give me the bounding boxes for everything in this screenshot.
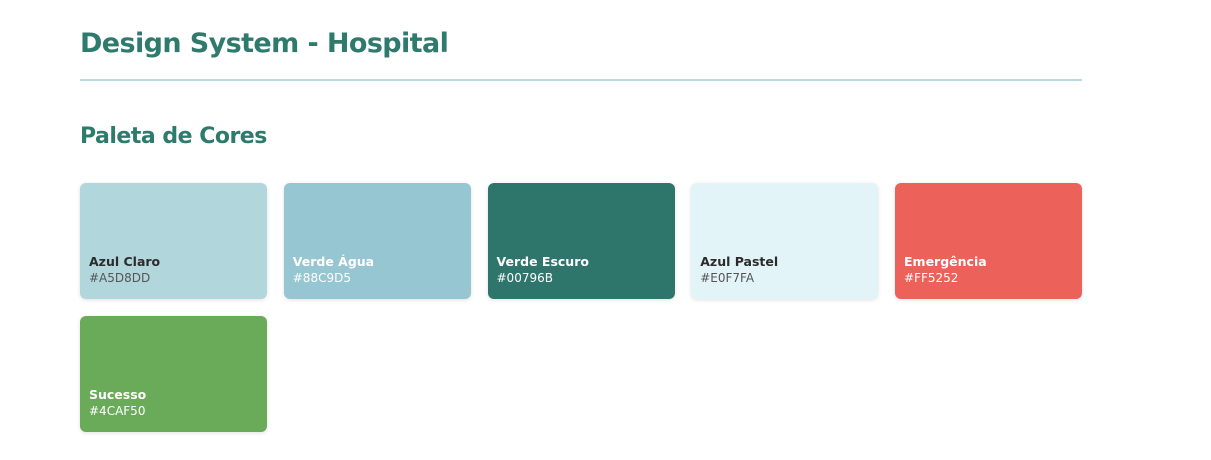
color-swatch-azul-claro: Azul Claro #A5D8DD	[80, 183, 267, 299]
swatch-name: Verde Água	[292, 254, 375, 269]
color-swatch-verde-agua: Verde Água #88C9D5	[283, 183, 471, 299]
swatch-hex: #A5D8DD	[89, 271, 151, 285]
title-divider	[80, 79, 1082, 81]
swatch-hex: #E0F7FA	[700, 271, 755, 285]
swatch-hex: #88C9D5	[292, 271, 351, 285]
swatch-name: Emergência	[904, 254, 987, 269]
color-palette-grid: Azul Claro #A5D8DD Verde Água #88C9D5 Ve…	[80, 183, 1082, 432]
swatch-hex: #00796B	[496, 271, 553, 285]
swatch-info: Azul Pastel #E0F7FA	[700, 253, 778, 287]
swatch-info: Verde Escuro #00796B	[497, 253, 589, 287]
page-title: Design System - Hospital	[80, 28, 449, 59]
swatch-name: Azul Pastel	[700, 254, 779, 269]
swatch-name: Sucesso	[89, 387, 147, 402]
swatch-info: Azul Claro #A5D8DD	[89, 253, 160, 287]
swatch-hex: #FF5252	[904, 271, 959, 285]
swatch-info: Sucesso #4CAF50	[89, 386, 146, 420]
swatch-info: Emergência #FF5252	[904, 253, 987, 287]
swatch-name: Azul Claro	[89, 254, 161, 269]
swatch-hex: #4CAF50	[89, 404, 146, 418]
color-swatch-sucesso: Sucesso #4CAF50	[80, 316, 267, 432]
color-swatch-azul-pastel: Azul Pastel #E0F7FA	[691, 183, 879, 299]
color-swatch-emergencia: Emergência #FF5252	[895, 183, 1082, 299]
swatch-info: Verde Água #88C9D5	[293, 253, 374, 287]
section-title-palette: Paleta de Cores	[80, 124, 267, 149]
page: Design System - Hospital Paleta de Cores…	[0, 0, 1211, 460]
swatch-name: Verde Escuro	[496, 254, 589, 269]
color-swatch-verde-escuro: Verde Escuro #00796B	[487, 183, 675, 299]
